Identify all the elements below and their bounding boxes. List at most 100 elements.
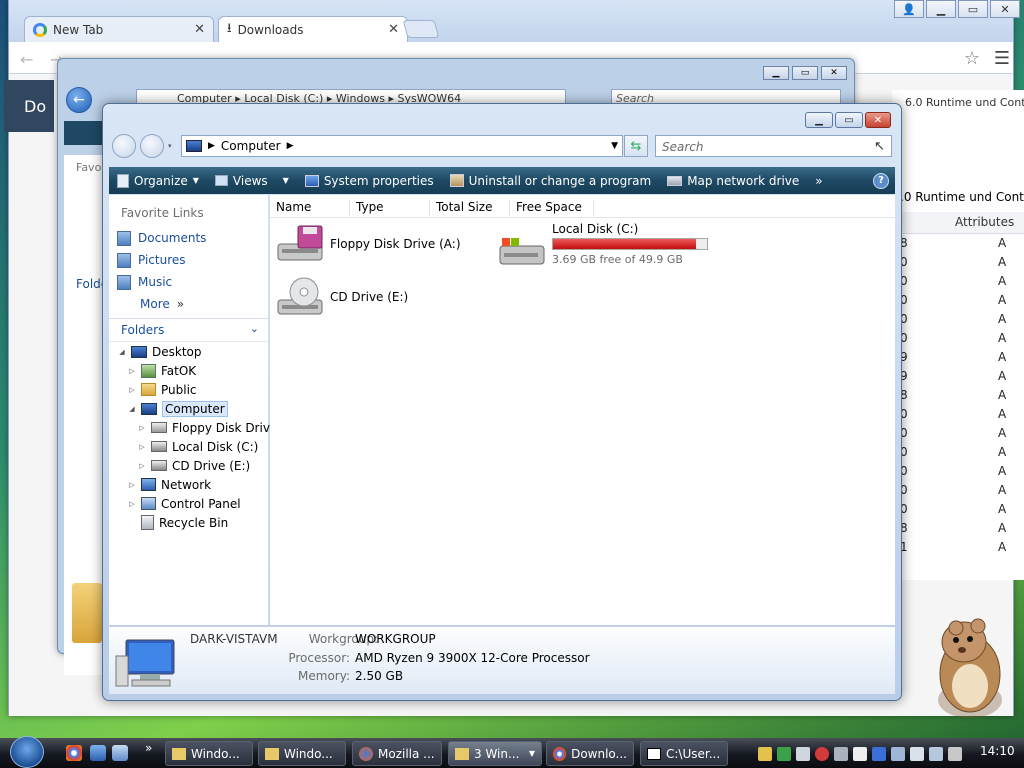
uninstall-button[interactable]: Uninstall or change a program bbox=[442, 167, 660, 194]
recent-pages-icon[interactable]: ▾ bbox=[168, 142, 172, 150]
tree-item-local-disk[interactable]: ▷ Local Disk (C:) bbox=[118, 437, 277, 456]
archive-row[interactable]: 0A bbox=[900, 426, 1024, 445]
tray-blue-icon[interactable] bbox=[872, 746, 886, 761]
archive-row[interactable]: 0A bbox=[900, 464, 1024, 483]
tray-vm-icon[interactable] bbox=[891, 746, 905, 761]
tree-item-control-panel[interactable]: ▷ Control Panel bbox=[118, 494, 277, 513]
folders-toggle[interactable]: Folders ⌄ bbox=[109, 318, 269, 342]
tree-item-computer[interactable]: ◢ Computer bbox=[118, 399, 277, 418]
tray-monitor-icon[interactable] bbox=[796, 746, 810, 761]
collapsed-triangle-icon[interactable]: ▷ bbox=[128, 500, 136, 508]
collapsed-triangle-icon[interactable]: ▷ bbox=[138, 424, 146, 432]
profile-icon[interactable]: 👤 bbox=[894, 0, 924, 18]
archive-row[interactable]: 0A bbox=[900, 255, 1024, 274]
taskbar-button-cmd[interactable]: C:\User... bbox=[640, 741, 728, 766]
tree-item-public[interactable]: ▷ Public bbox=[118, 380, 277, 399]
close-button[interactable]: ✕ bbox=[990, 0, 1020, 18]
drive-item-cd[interactable]: CD Drive (E:) bbox=[276, 276, 408, 318]
minimize-button[interactable]: ▁ bbox=[763, 66, 789, 80]
archive-row[interactable]: 0A bbox=[900, 312, 1024, 331]
switch-windows-icon[interactable] bbox=[112, 745, 128, 761]
archive-row[interactable]: 8A bbox=[900, 388, 1024, 407]
back-button[interactable] bbox=[112, 134, 136, 158]
drive-item-local-disk[interactable] bbox=[498, 236, 546, 266]
collapsed-triangle-icon[interactable]: ▷ bbox=[138, 462, 146, 470]
network-icon[interactable] bbox=[929, 746, 943, 761]
close-button[interactable]: ✕ bbox=[865, 112, 891, 128]
tree-item-cd-drive[interactable]: ▷ CD Drive (E:) bbox=[118, 456, 277, 475]
clock[interactable]: 14:10 bbox=[980, 744, 1015, 758]
tray-green-icon[interactable] bbox=[777, 746, 791, 761]
chrome-menu-icon[interactable]: ☰ bbox=[994, 48, 1010, 69]
address-bar[interactable]: ▶ Computer ▶ ▼ bbox=[181, 135, 623, 157]
maximize-button[interactable]: ▭ bbox=[792, 66, 818, 80]
tray-disk-icon[interactable] bbox=[834, 746, 848, 761]
taskbar-button-mozilla[interactable]: Mozilla ... bbox=[352, 741, 442, 766]
archive-row[interactable]: 9A bbox=[900, 350, 1024, 369]
maximize-button[interactable]: ▭ bbox=[958, 0, 988, 18]
tab-new-tab[interactable]: New Tab ✕ bbox=[24, 16, 214, 42]
address-dropdown-icon[interactable]: ▼ bbox=[611, 141, 618, 151]
close-icon[interactable]: ✕ bbox=[388, 22, 399, 37]
back-icon[interactable]: ← bbox=[20, 50, 33, 69]
tray-display-icon[interactable] bbox=[910, 746, 924, 761]
crumb-computer[interactable]: Computer bbox=[221, 139, 281, 153]
expand-triangle-icon[interactable]: ◢ bbox=[118, 348, 126, 356]
new-tab-button[interactable] bbox=[402, 20, 440, 38]
volume-icon[interactable] bbox=[948, 746, 962, 761]
maximize-button[interactable]: ▭ bbox=[835, 112, 863, 128]
tray-shield-icon[interactable] bbox=[815, 746, 829, 761]
collapsed-triangle-icon[interactable]: ▷ bbox=[128, 367, 136, 375]
close-icon[interactable]: ✕ bbox=[194, 22, 205, 37]
archive-row[interactable]: 1A bbox=[900, 540, 1024, 559]
drive-item-floppy[interactable]: Floppy Disk Drive (A:) bbox=[276, 224, 461, 264]
system-properties-button[interactable]: System properties bbox=[297, 167, 442, 194]
archive-row[interactable]: 0A bbox=[900, 445, 1024, 464]
column-free-space[interactable]: Free Space bbox=[510, 200, 594, 216]
archive-row[interactable]: 9A bbox=[900, 369, 1024, 388]
quick-launch-more-icon[interactable]: » bbox=[145, 741, 152, 755]
column-type[interactable]: Type bbox=[350, 200, 430, 216]
tray-lock-icon[interactable] bbox=[758, 746, 772, 761]
chrome-icon[interactable] bbox=[66, 745, 82, 761]
refresh-icon[interactable]: ⇆ bbox=[624, 135, 648, 157]
tray-doc-icon[interactable] bbox=[853, 746, 867, 761]
more-commands-button[interactable]: » bbox=[807, 167, 830, 194]
tree-item-desktop[interactable]: ◢ Desktop bbox=[118, 342, 277, 361]
favorite-more[interactable]: More » bbox=[140, 294, 184, 314]
help-icon[interactable]: ? bbox=[873, 172, 889, 189]
back-icon[interactable]: ← bbox=[66, 87, 92, 113]
tree-item-network[interactable]: ▷ Network bbox=[118, 475, 277, 494]
tree-item-recycle-bin[interactable]: Recycle Bin bbox=[118, 513, 277, 532]
archive-row[interactable]: 0A bbox=[900, 502, 1024, 521]
archive-row[interactable]: 0A bbox=[900, 331, 1024, 350]
tree-item-fatok[interactable]: ▷ FatOK bbox=[118, 361, 277, 380]
archive-row[interactable]: 0A bbox=[900, 293, 1024, 312]
local-disk-label[interactable]: Local Disk (C:) bbox=[552, 222, 638, 236]
archive-row[interactable]: 8A bbox=[900, 236, 1024, 255]
expand-triangle-icon[interactable]: ◢ bbox=[128, 405, 136, 413]
taskbar-button-windows-group[interactable]: 3 Win... ▼ bbox=[448, 741, 542, 766]
column-total-size[interactable]: Total Size bbox=[430, 200, 510, 216]
favorite-documents[interactable]: Documents bbox=[117, 228, 206, 248]
taskbar-button-1[interactable]: Windo... bbox=[165, 741, 253, 766]
forward-button[interactable] bbox=[140, 134, 164, 158]
map-network-drive-button[interactable]: Map network drive bbox=[659, 167, 807, 194]
minimize-button[interactable]: ▁ bbox=[805, 112, 833, 128]
show-desktop-icon[interactable] bbox=[90, 745, 106, 761]
bookmark-star-icon[interactable]: ☆ bbox=[964, 48, 980, 69]
archive-row[interactable]: 0A bbox=[900, 483, 1024, 502]
collapsed-triangle-icon[interactable]: ▷ bbox=[128, 481, 136, 489]
favorite-pictures[interactable]: Pictures bbox=[117, 250, 186, 270]
archive-row[interactable]: 8A bbox=[900, 521, 1024, 540]
tab-downloads[interactable]: ⭳ Downloads ✕ bbox=[218, 16, 408, 42]
views-button[interactable]: Views ▼ bbox=[207, 167, 297, 194]
taskbar-button-downloads[interactable]: Downlo... bbox=[546, 741, 634, 766]
archive-row[interactable]: 0A bbox=[900, 407, 1024, 426]
close-button[interactable]: ✕ bbox=[821, 66, 847, 80]
start-button[interactable] bbox=[10, 736, 44, 768]
attributes-column[interactable]: Attributes bbox=[955, 215, 1014, 229]
archive-row[interactable]: 0A bbox=[900, 274, 1024, 293]
minimize-button[interactable]: ▁ bbox=[926, 0, 956, 18]
search-input[interactable]: Search bbox=[655, 135, 892, 157]
